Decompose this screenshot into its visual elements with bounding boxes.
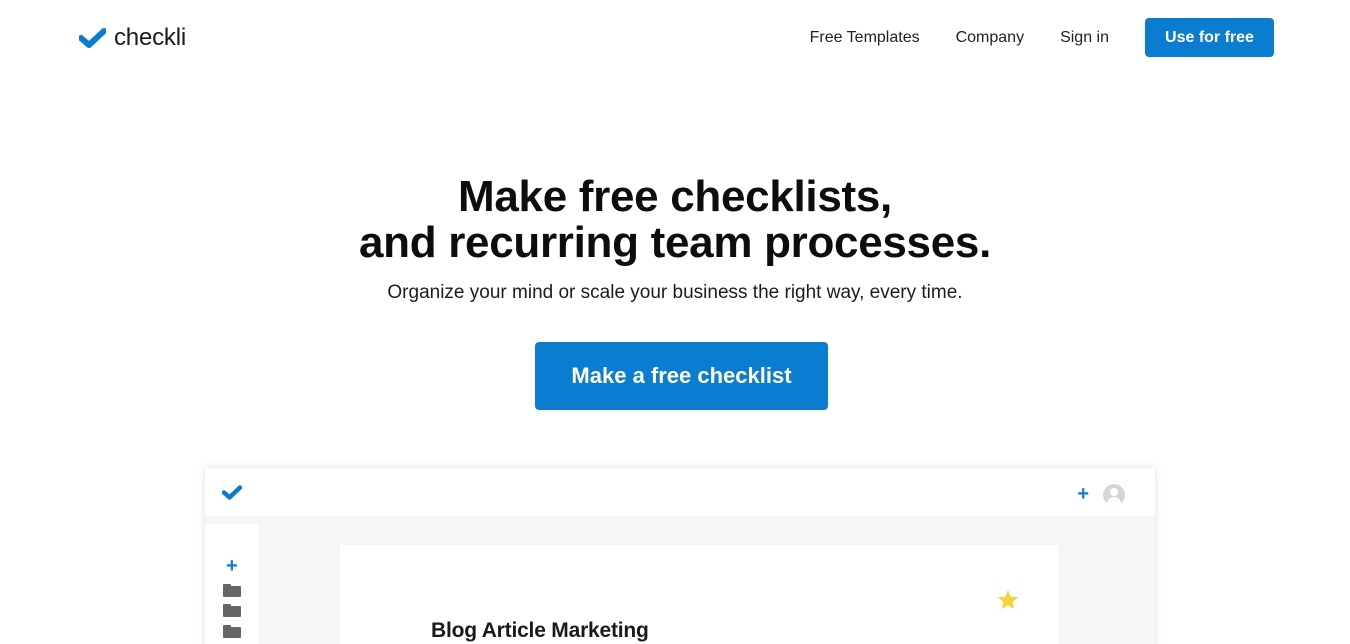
landing-page: checkli Free Templates Company Sign in U… xyxy=(0,0,1350,644)
nav-sign-in[interactable]: Sign in xyxy=(1060,29,1109,47)
nav-free-templates[interactable]: Free Templates xyxy=(810,29,920,47)
app-preview: + + Blog Article Marketing xyxy=(205,468,1155,644)
preview-topbar: + xyxy=(205,468,1155,516)
site-header: checkli Free Templates Company Sign in U… xyxy=(0,0,1350,76)
plus-icon: + xyxy=(226,555,238,577)
checkmark-logo-icon xyxy=(221,485,243,505)
plus-icon: + xyxy=(1077,483,1089,505)
folder-icon xyxy=(223,604,241,617)
checklist-title: Blog Article Marketing xyxy=(431,619,649,642)
checklist-card: Blog Article Marketing xyxy=(340,545,1058,644)
main-nav: Free Templates Company Sign in Use for f… xyxy=(810,18,1274,57)
star-icon xyxy=(997,589,1019,615)
checkmark-logo-icon xyxy=(79,28,106,48)
avatar-icon xyxy=(1103,484,1125,506)
hero-subtitle: Organize your mind or scale your busines… xyxy=(387,282,963,303)
folder-icon xyxy=(223,625,241,638)
brand-name: checkli xyxy=(114,24,186,51)
brand-logo[interactable]: checkli xyxy=(79,24,186,52)
use-for-free-button[interactable]: Use for free xyxy=(1145,18,1274,57)
preview-sidebar: + xyxy=(205,524,258,644)
hero-title-line-2: and recurring team processes. xyxy=(358,218,991,267)
hero-title: Make free checklists, and recurring team… xyxy=(0,174,1350,266)
hero-title-line-1: Make free checklists, xyxy=(458,172,892,221)
hero-section: Make free checklists, and recurring team… xyxy=(0,174,1350,304)
folder-icon xyxy=(223,584,241,597)
nav-company[interactable]: Company xyxy=(956,29,1024,47)
make-free-checklist-button[interactable]: Make a free checklist xyxy=(535,342,828,410)
